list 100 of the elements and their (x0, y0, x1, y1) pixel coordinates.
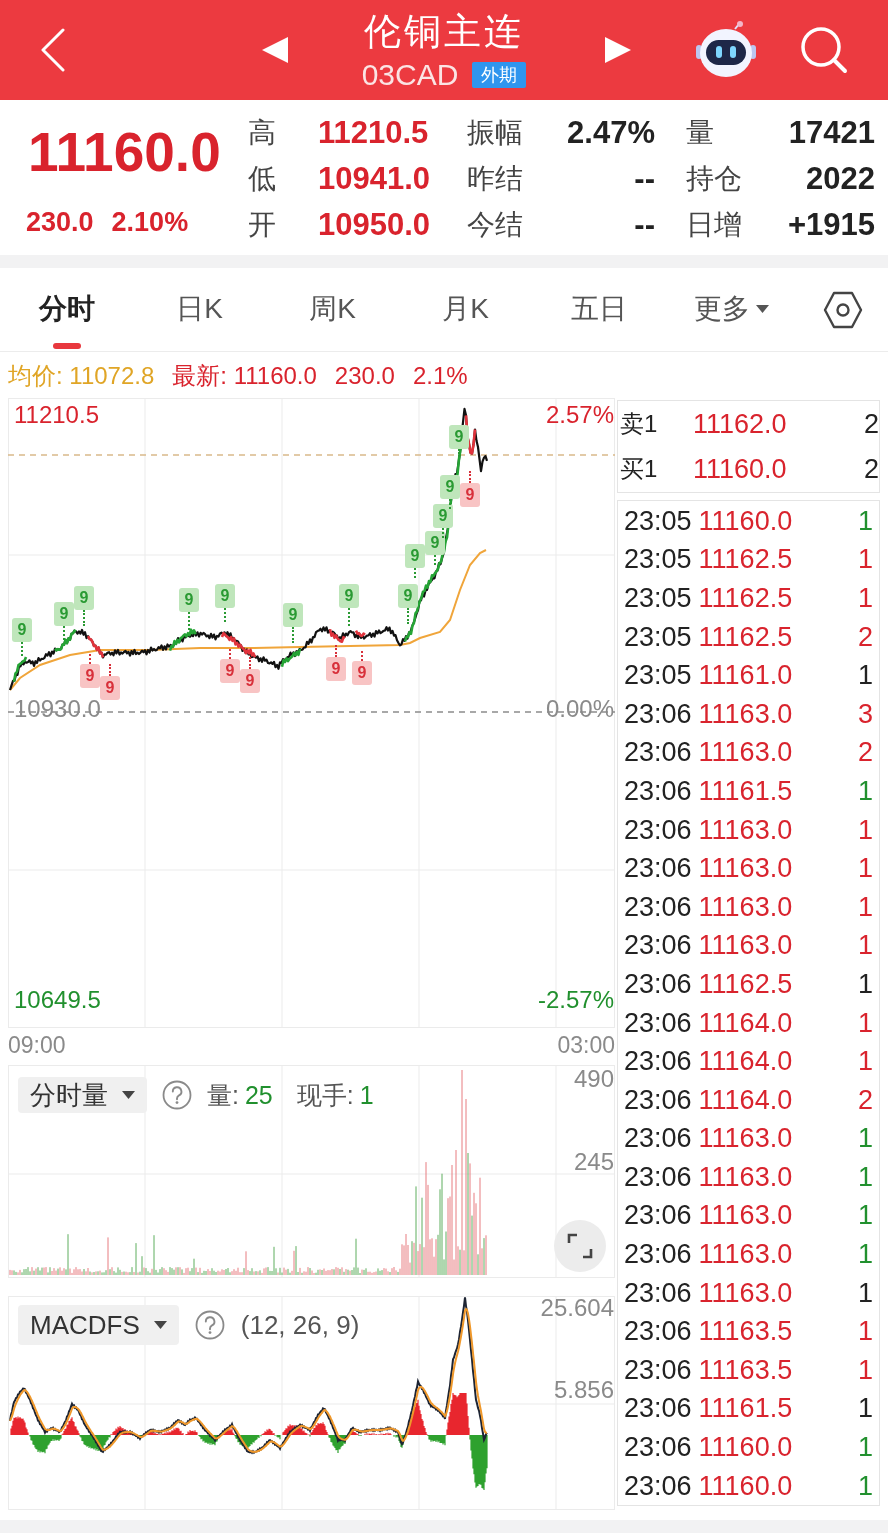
trade-time: 23:06 (624, 1046, 692, 1078)
trade-volume: 1 (857, 1354, 873, 1386)
trade-time: 23:06 (624, 1084, 692, 1116)
chart-tab[interactable]: 更多 (665, 268, 798, 351)
stat-value: -- (633, 160, 655, 198)
trade-price: 11162.5 (698, 583, 793, 614)
trade-volume: 1 (857, 1046, 873, 1078)
trade-time: 23:06 (624, 1470, 692, 1502)
axis-label: 245 (573, 1148, 614, 1176)
trade-price: 11163.5 (698, 1354, 793, 1386)
trade-time: 23:06 (624, 1316, 692, 1348)
trade-volume: 1 (857, 1393, 873, 1425)
trade-price: 11163.0 (698, 737, 793, 769)
time-label: 09:00 (8, 1032, 66, 1059)
signal-tag: 9 (12, 618, 32, 642)
order-price: 11160.0 (693, 453, 788, 485)
help-icon[interactable] (194, 1310, 225, 1340)
stat-label: 今结 (467, 208, 524, 242)
signal-tag: 9 (54, 602, 74, 626)
trade-price: 11162.5 (698, 621, 793, 653)
indicator-selector[interactable]: 分时量 (18, 1077, 147, 1113)
trade-price: 11163.0 (698, 1239, 793, 1271)
signal-tag: 9 (405, 544, 425, 568)
signal-tag: 9 (283, 603, 303, 627)
chart-tab[interactable]: 周K (266, 268, 399, 351)
trade-price: 11161.0 (698, 660, 793, 692)
trade-time: 23:06 (624, 775, 692, 807)
signal-tag: 9 (398, 584, 418, 608)
left-triangle-icon[interactable] (262, 37, 288, 63)
order-volume: 2 (863, 408, 879, 440)
trade-volume: 1 (857, 891, 873, 923)
chart-tab[interactable]: 分时 (0, 268, 133, 351)
signal-tag: 9 (100, 676, 120, 700)
robot-icon[interactable] (695, 21, 757, 79)
trade-volume: 1 (857, 1123, 873, 1155)
back-icon[interactable] (40, 28, 66, 72)
stat-label: 量 (686, 116, 714, 150)
latest-quote-text: 2.1% (412, 362, 468, 390)
expand-button[interactable] (554, 1220, 606, 1272)
trade-time: 23:06 (624, 930, 692, 962)
trade-price: 11163.0 (698, 853, 793, 885)
volume-label: 量: (207, 1079, 239, 1111)
trade-price: 11163.0 (698, 698, 793, 730)
stat-label: 开 (248, 208, 277, 242)
indicator-selector[interactable]: MACDFS (18, 1305, 179, 1345)
trade-time: 23:05 (624, 505, 692, 537)
percent-change: 2.10% (111, 206, 189, 238)
signal-tag: 9 (215, 584, 235, 608)
trade-volume: 1 (857, 1007, 873, 1039)
trade-price: 11160.0 (698, 1432, 793, 1464)
signal-tag: 9 (433, 504, 453, 528)
trade-volume: 2 (857, 621, 873, 653)
signal-tag: 9 (449, 425, 469, 449)
trade-time: 23:05 (624, 621, 692, 653)
trade-volume: 2 (857, 1084, 873, 1116)
caret-icon (153, 1321, 167, 1329)
trade-price: 11160.0 (698, 505, 793, 537)
order-side-label: 卖1 (620, 409, 659, 439)
volume-label: 现手: (296, 1079, 354, 1111)
settings-icon[interactable] (823, 290, 863, 329)
help-icon[interactable] (162, 1080, 192, 1110)
stat-value: +1915 (786, 206, 875, 244)
volume-value: 1 (359, 1080, 374, 1110)
trade-price: 11163.0 (698, 930, 793, 962)
trade-time: 23:06 (624, 891, 692, 923)
stat-value: 10941.0 (318, 160, 431, 198)
instrument-title: 伦铜主连 (364, 10, 524, 54)
signal-tag: 9 (425, 531, 445, 555)
right-triangle-icon[interactable] (605, 37, 631, 63)
trade-time: 23:06 (624, 1200, 692, 1232)
trade-price: 11163.0 (698, 1200, 793, 1232)
axis-label: 5.856 (553, 1376, 614, 1404)
trade-time: 23:05 (624, 583, 692, 614)
trade-volume: 3 (857, 698, 873, 730)
trade-volume: 1 (857, 505, 873, 537)
trade-time: 23:06 (624, 1393, 692, 1425)
signal-tag: 9 (179, 588, 199, 612)
chart-tab[interactable]: 五日 (532, 268, 665, 351)
market-badge: 外期 (472, 62, 527, 88)
last-price: 11160.0 (27, 121, 222, 183)
chart-tab[interactable]: 月K (399, 268, 532, 351)
trade-volume: 1 (857, 583, 873, 614)
trade-price: 11164.0 (698, 1007, 793, 1039)
trade-time: 23:06 (624, 1277, 692, 1309)
axis-label: 10649.5 (14, 986, 101, 1014)
indicator-params: (12, 26, 9) (240, 1309, 360, 1341)
chart-tab[interactable]: 日K (133, 268, 266, 351)
axis-label: 10930.0 (14, 695, 101, 723)
trade-price: 11164.0 (698, 1084, 793, 1116)
expand-icon (567, 1233, 593, 1259)
price-change: 230.0 (26, 206, 94, 238)
search-icon[interactable] (800, 26, 848, 74)
order-side-label: 买1 (620, 454, 659, 484)
trade-volume: 1 (857, 814, 873, 846)
trade-price: 11161.5 (698, 775, 793, 807)
trade-volume: 1 (857, 1470, 873, 1502)
stat-label: 昨结 (467, 162, 524, 196)
stat-value: 11210.5 (318, 114, 429, 152)
stat-label: 振幅 (467, 116, 524, 150)
trade-volume: 1 (857, 1277, 873, 1309)
